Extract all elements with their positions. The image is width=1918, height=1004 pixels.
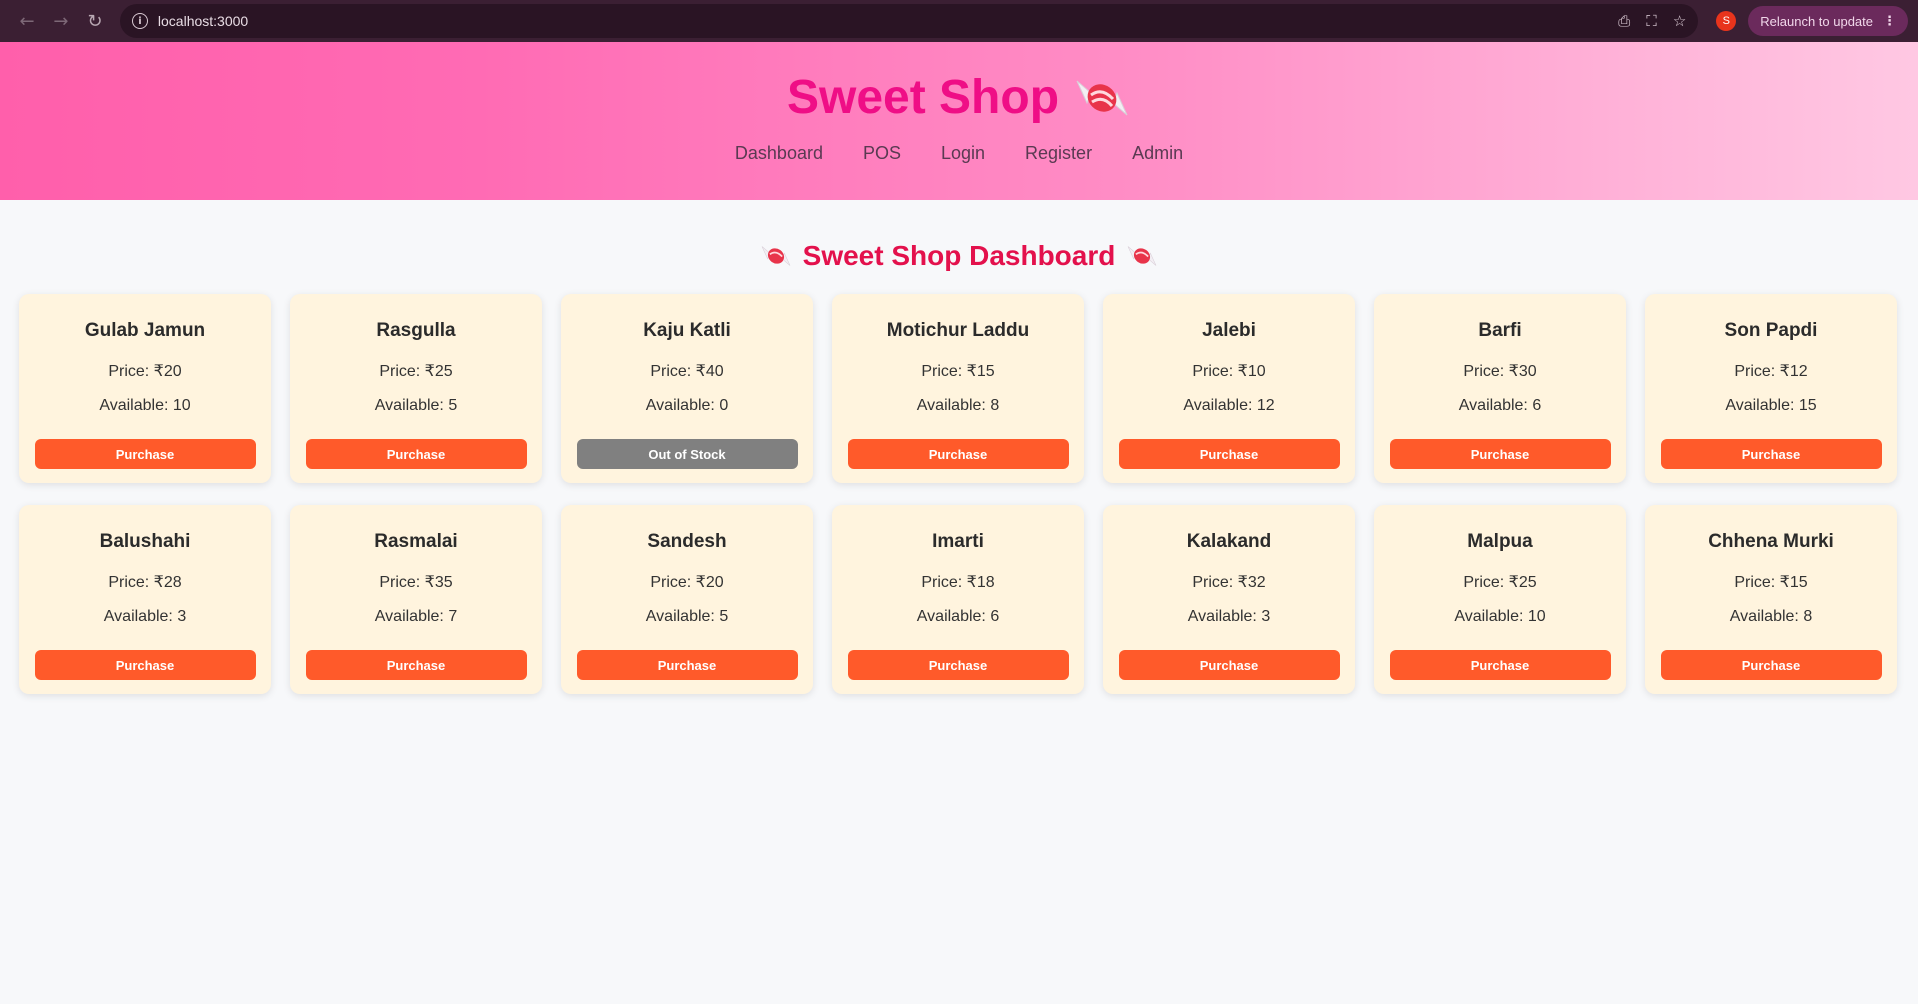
- sweet-price: Price: ₹28: [108, 574, 182, 591]
- purchase-button[interactable]: Purchase: [1389, 650, 1611, 680]
- sweet-card: Balushahi Price: ₹28 Available: 3 Purchase: [19, 505, 271, 694]
- purchase-button[interactable]: Purchase: [34, 650, 256, 680]
- sweet-availability: Available: 6: [916, 608, 1000, 625]
- sweet-name: Sandesh: [647, 531, 727, 552]
- sweet-availability: Available: 3: [1187, 608, 1271, 625]
- sweet-availability: Available: 5: [645, 608, 729, 625]
- sweet-price: Price: ₹25: [379, 363, 453, 380]
- purchase-button[interactable]: Purchase: [847, 650, 1069, 680]
- candy-icon-right: [1125, 242, 1159, 270]
- sweet-name: Barfi: [1478, 320, 1522, 341]
- sweet-name: Kaju Katli: [643, 320, 731, 341]
- dashboard-title-text: Sweet Shop Dashboard: [802, 240, 1116, 271]
- candy-icon: [1073, 73, 1131, 123]
- url-text: localhost:3000: [157, 13, 249, 29]
- purchase-button[interactable]: Purchase: [576, 650, 798, 680]
- browser-toolbar: ← → ↻ i localhost:3000 ⎙ ⛶ ☆ S Relaunch …: [0, 0, 1918, 42]
- sweet-availability: Available: 0: [645, 397, 729, 414]
- sweet-card: Imarti Price: ₹18 Available: 6 Purchase: [832, 505, 1084, 694]
- purchase-button[interactable]: Purchase: [1660, 650, 1882, 680]
- sweet-name: Motichur Laddu: [886, 320, 1030, 341]
- nav-pos[interactable]: POS: [863, 143, 901, 164]
- sweet-card: Rasmalai Price: ₹35 Available: 7 Purchase: [290, 505, 542, 694]
- sweet-price: Price: ₹18: [921, 574, 995, 591]
- sweet-name: Imarti: [932, 531, 984, 552]
- sweet-card: Motichur Laddu Price: ₹15 Available: 8 Purc…: [832, 294, 1084, 483]
- sweets-grid: Gulab Jamun Price: ₹20 Available: 10 Purcha…: [19, 294, 1900, 694]
- sweet-price: Price: ₹15: [921, 363, 995, 380]
- sweet-availability: Available: 5: [374, 397, 458, 414]
- relaunch-label: Relaunch to update: [1760, 13, 1874, 29]
- nav-register[interactable]: Register: [1025, 143, 1092, 164]
- sweet-price: Price: ₹10: [1192, 363, 1266, 380]
- sweet-price: Price: ₹20: [650, 574, 724, 591]
- address-bar[interactable]: i localhost:3000 ⎙ ⛶ ☆: [119, 4, 1699, 38]
- sweet-availability: Available: 7: [374, 608, 458, 625]
- sweet-price: Price: ₹20: [108, 363, 182, 380]
- out-of-stock-button[interactable]: Out of Stock: [576, 439, 798, 469]
- sweet-name: Rasgulla: [376, 320, 456, 341]
- sweet-card: Chhena Murki Price: ₹15 Available: 8 Purcha…: [1645, 505, 1897, 694]
- sweet-card: Gulab Jamun Price: ₹20 Available: 10 Purcha…: [19, 294, 271, 483]
- profile-avatar[interactable]: S: [1716, 11, 1737, 31]
- sweet-name: Jalebi: [1202, 320, 1256, 341]
- nav-admin[interactable]: Admin: [1132, 143, 1183, 164]
- purchase-button[interactable]: Purchase: [847, 439, 1069, 469]
- sweet-price: Price: ₹35: [379, 574, 453, 591]
- sweet-name: Balushahi: [99, 531, 191, 552]
- purchase-button[interactable]: Purchase: [1118, 650, 1340, 680]
- reload-icon[interactable]: ↻: [78, 4, 112, 38]
- sweet-card: Kalakand Price: ₹32 Available: 3 Purchase: [1103, 505, 1355, 694]
- menu-dots-icon: ⋮: [1883, 13, 1897, 29]
- purchase-button[interactable]: Purchase: [34, 439, 256, 469]
- sweet-card: Barfi Price: ₹30 Available: 6 Purchase: [1374, 294, 1626, 483]
- sweet-card: Son Papdi Price: ₹12 Available: 15 Purchase: [1645, 294, 1897, 483]
- purchase-button[interactable]: Purchase: [1118, 439, 1340, 469]
- translate-icon[interactable]: ⛶: [1646, 12, 1657, 30]
- purchase-button[interactable]: Purchase: [305, 439, 527, 469]
- sweet-name: Chhena Murki: [1708, 531, 1834, 552]
- candy-icon-left: [759, 242, 793, 270]
- sweet-name: Kalakand: [1186, 531, 1272, 552]
- sweet-price: Price: ₹15: [1734, 574, 1808, 591]
- sweet-availability: Available: 12: [1183, 397, 1275, 414]
- relaunch-button[interactable]: Relaunch to update ⋮: [1748, 6, 1909, 36]
- sweet-card: Sandesh Price: ₹20 Available: 5 Purchase: [561, 505, 813, 694]
- sweet-availability: Available: 15: [1725, 397, 1817, 414]
- purchase-button[interactable]: Purchase: [305, 650, 527, 680]
- sweet-name: Rasmalai: [374, 531, 458, 552]
- nav-login[interactable]: Login: [941, 143, 985, 164]
- sweet-availability: Available: 10: [1454, 608, 1546, 625]
- purchase-button[interactable]: Purchase: [1660, 439, 1882, 469]
- sweet-availability: Available: 8: [916, 397, 1000, 414]
- nav-dashboard[interactable]: Dashboard: [735, 143, 823, 164]
- purchase-button[interactable]: Purchase: [1389, 439, 1611, 469]
- sweet-name: Son Papdi: [1724, 320, 1818, 341]
- sweet-price: Price: ₹12: [1734, 363, 1808, 380]
- sweet-price: Price: ₹32: [1192, 574, 1266, 591]
- sweet-name: Gulab Jamun: [84, 320, 206, 341]
- main-nav: Dashboard POS Login Register Admin: [735, 143, 1183, 164]
- site-title: Sweet Shop: [787, 70, 1131, 125]
- sweet-name: Malpua: [1467, 531, 1533, 552]
- sweet-card: Malpua Price: ₹25 Available: 10 Purchase: [1374, 505, 1626, 694]
- dashboard-title: Sweet Shop Dashboard: [0, 240, 1918, 272]
- sweet-availability: Available: 8: [1729, 608, 1813, 625]
- sweet-price: Price: ₹40: [650, 363, 724, 380]
- forward-arrow-icon[interactable]: →: [44, 4, 78, 38]
- back-arrow-icon[interactable]: ←: [10, 4, 44, 38]
- site-info-icon[interactable]: i: [131, 13, 148, 29]
- sweet-card: Kaju Katli Price: ₹40 Available: 0 Out of S…: [561, 294, 813, 483]
- sweet-availability: Available: 10: [99, 397, 191, 414]
- bookmark-star-icon[interactable]: ☆: [1673, 12, 1686, 30]
- sweet-card: Jalebi Price: ₹10 Available: 12 Purchase: [1103, 294, 1355, 483]
- install-app-icon[interactable]: ⎙: [1618, 12, 1630, 30]
- sweet-price: Price: ₹25: [1463, 574, 1537, 591]
- sweet-availability: Available: 6: [1458, 397, 1542, 414]
- sweet-price: Price: ₹30: [1463, 363, 1537, 380]
- sweet-card: Rasgulla Price: ₹25 Available: 5 Purchase: [290, 294, 542, 483]
- site-header: Sweet Shop Dashboard POS Login Register …: [0, 42, 1918, 200]
- site-title-text: Sweet Shop: [786, 71, 1060, 124]
- sweet-availability: Available: 3: [103, 608, 187, 625]
